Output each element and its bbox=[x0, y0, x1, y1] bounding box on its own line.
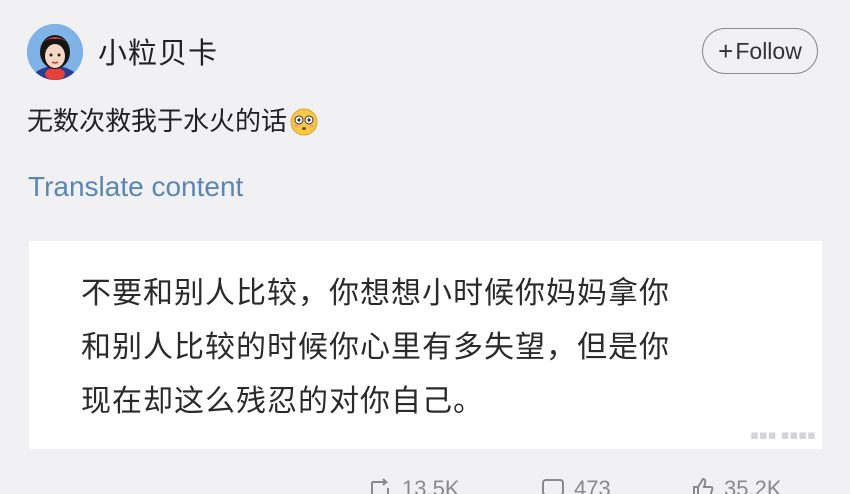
comment-icon bbox=[542, 479, 564, 494]
quote-line: 不要和别人比较，你想想小时候你妈妈拿你 bbox=[81, 276, 670, 311]
repost-button[interactable]: 13.5K bbox=[368, 476, 460, 494]
weibo-post: 小粒贝卡 + Follow 无数次救我于水火的话 Translate conte… bbox=[0, 0, 850, 494]
like-count: 35.2K bbox=[724, 476, 782, 494]
comment-count: 473 bbox=[574, 476, 611, 494]
follow-label: Follow bbox=[735, 37, 802, 64]
plus-icon: + bbox=[718, 35, 734, 66]
action-bar: 13.5K 473 35.2K bbox=[0, 476, 850, 494]
author-name[interactable]: 小粒贝卡 bbox=[98, 33, 218, 73]
post-text: 无数次救我于水火的话 bbox=[27, 104, 319, 140]
repost-count: 13.5K bbox=[402, 476, 460, 494]
repost-icon bbox=[371, 478, 389, 494]
flushed-face-emoji-icon bbox=[290, 108, 318, 136]
watermark: ▪▪▪ ▪▪▪▪ bbox=[750, 428, 816, 443]
quote-line: 和别人比较的时候你心里有多失望，但是你 bbox=[81, 330, 670, 365]
quote-text: 不要和别人比较，你想想小时候你妈妈拿你 和别人比较的时候你心里有多失望，但是你 … bbox=[81, 267, 670, 429]
quote-image-card[interactable]: 不要和别人比较，你想想小时候你妈妈拿你 和别人比较的时候你心里有多失望，但是你 … bbox=[29, 241, 822, 449]
translate-content-link[interactable]: Translate content bbox=[28, 168, 243, 206]
avatar[interactable] bbox=[27, 24, 83, 80]
comment-button[interactable]: 473 bbox=[540, 476, 611, 494]
post-body: 无数次救我于水火的话 bbox=[27, 107, 288, 137]
like-icon bbox=[693, 477, 714, 494]
like-button[interactable]: 35.2K bbox=[690, 476, 782, 494]
follow-button[interactable]: + Follow bbox=[702, 28, 818, 74]
snow-white-avatar-icon bbox=[27, 24, 83, 80]
quote-line: 现在却这么残忍的对你自己。 bbox=[81, 384, 484, 419]
